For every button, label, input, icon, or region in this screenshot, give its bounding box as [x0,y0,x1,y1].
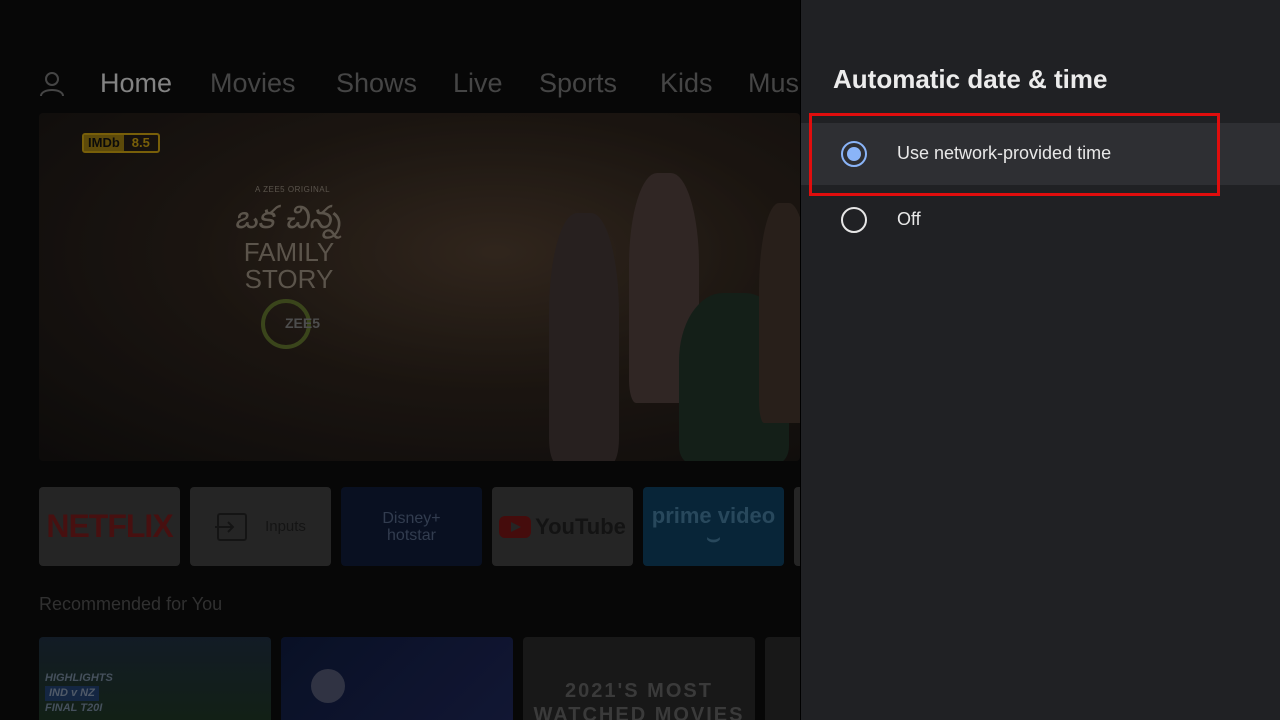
champions-league-icon [311,669,345,703]
hotstar-app-tile[interactable]: Disney+ hotstar [341,487,482,566]
cricket-card-line1: HIGHLIGHTS [45,672,113,684]
original-label: A ZEE5 ORIGINAL [255,185,331,194]
youtube-app-tile[interactable]: YouTube [492,487,633,566]
tab-music[interactable]: Mus [748,68,799,99]
movies-card-text: 2021'S MOST WATCHED MOVIES [523,679,755,720]
tab-movies[interactable]: Movies [210,68,296,99]
show-title-line2: STORY [244,264,334,294]
option-off[interactable]: Off [801,189,1280,251]
recommended-heading: Recommended for You [39,594,223,614]
youtube-play-icon [499,515,532,538]
movies-card-line2: WATCHED MOVIES [533,704,745,720]
imdb-label: IMDb [84,135,124,151]
input-icon [215,512,248,541]
netflix-label: NETFLIX [46,508,173,544]
option-network-time[interactable]: Use network-provided time [801,123,1280,185]
prime-video-app-tile[interactable]: prime video ⌣ [643,487,784,566]
zee5-logo-text: ZEE5 [285,315,321,331]
tab-shows[interactable]: Shows [336,68,417,99]
recommended-row: HIGHLIGHTS IND v NZ FINAL T20I 2021'S MO… [39,637,800,720]
recommended-card-football[interactable] [281,637,513,720]
featured-banner[interactable]: IMDb 8.5 A ZEE5 ORIGINAL ఒక చిన్న FAMILY… [39,113,800,461]
inputs-app-tile[interactable]: Inputs [190,487,331,566]
panel-title: Automatic date & time [833,64,1108,94]
settings-panel: Automatic date & time Use network-provid… [801,0,1280,720]
imdb-rating: 8.5 [131,135,150,150]
cricket-card-text: HIGHLIGHTS IND v NZ FINAL T20I [45,671,113,716]
cast-image [509,173,800,461]
profile-icon[interactable] [38,70,66,98]
show-title: FAMILY STORY [239,239,339,293]
radio-unselected-icon[interactable] [841,207,867,233]
cricket-card-line3: FINAL T20I [45,702,103,714]
zee5-logo: ZEE5 [261,299,320,349]
top-nav: Home Movies Shows Live Sports Kids Mus [0,58,800,110]
inputs-label: Inputs [265,518,306,535]
prime-label: prime video [651,502,776,528]
tab-live[interactable]: Live [453,68,503,99]
tab-kids[interactable]: Kids [660,68,713,99]
cricket-card-line2: IND v NZ [45,686,99,701]
radio-selected-icon[interactable] [841,141,867,167]
tab-sports[interactable]: Sports [539,68,617,99]
tab-home[interactable]: Home [100,68,172,99]
apps-row: NETFLIX Inputs Disney+ hotstar YouTube p… [39,487,800,566]
recommended-card-cricket[interactable]: HIGHLIGHTS IND v NZ FINAL T20I [39,637,271,720]
recommended-card-next[interactable] [765,637,800,720]
prime-smile-icon: ⌣ [706,524,721,550]
movies-card-line1: 2021'S MOST [565,680,713,702]
option-network-time-label: Use network-provided time [897,143,1112,163]
imdb-badge: IMDb 8.5 [82,133,160,153]
next-app-tile[interactable] [794,487,800,566]
home-screen: Home Movies Shows Live Sports Kids Mus I… [0,0,800,720]
option-off-label: Off [897,209,921,229]
youtube-label: YouTube [535,513,626,539]
hotstar-label-line2: hotstar [387,526,436,544]
hotstar-label-line1: Disney+ [382,509,441,527]
show-title-line1: FAMILY [243,237,335,267]
netflix-app-tile[interactable]: NETFLIX [39,487,180,566]
recommended-card-movies[interactable]: 2021'S MOST WATCHED MOVIES [523,637,755,720]
